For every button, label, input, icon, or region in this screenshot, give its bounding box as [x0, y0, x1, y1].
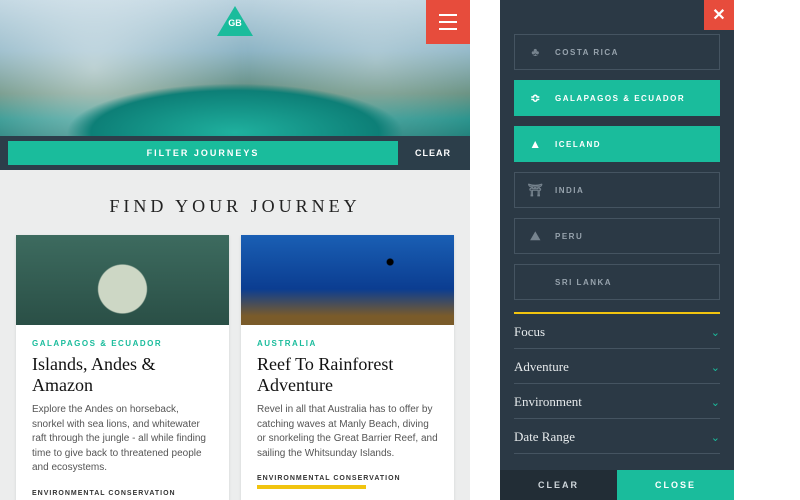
chevron-down-icon: ⌄ — [711, 431, 720, 444]
destination-option[interactable]: ≎ GALAPAGOS & ECUADOR — [514, 80, 720, 116]
card-title: Reef To Rainforest Adventure — [257, 354, 438, 395]
island-icon: ≎ — [527, 91, 545, 105]
panel-clear-button[interactable]: CLEAR — [500, 470, 617, 500]
palm-icon: ♣ — [527, 45, 545, 59]
filter-clear-button[interactable]: CLEAR — [404, 141, 462, 165]
destination-option[interactable]: ▲ ICELAND — [514, 126, 720, 162]
leaf-icon — [527, 275, 545, 289]
main-view: GB FILTER JOURNEYS CLEAR FIND YOUR JOURN… — [0, 0, 470, 500]
destination-option[interactable]: ⛩ INDIA — [514, 172, 720, 208]
journey-card[interactable]: AUSTRALIA Reef To Rainforest Adventure R… — [241, 235, 454, 500]
destination-option[interactable]: ⛰ PERU — [514, 218, 720, 254]
logo-text: GB — [227, 18, 243, 28]
destination-option[interactable]: ♣ COSTA RICA — [514, 34, 720, 70]
destination-label: COSTA RICA — [555, 48, 619, 57]
cards-container: GALAPAGOS & ECUADOR Islands, Andes & Ama… — [0, 235, 470, 500]
chevron-down-icon: ⌄ — [711, 326, 720, 339]
chevron-down-icon: ⌄ — [711, 396, 720, 409]
card-tag: ENVIRONMENTAL CONSERVATION — [257, 475, 438, 482]
journey-card[interactable]: GALAPAGOS & ECUADOR Islands, Andes & Ama… — [16, 235, 229, 500]
hero-image: GB FILTER JOURNEYS CLEAR — [0, 0, 470, 170]
card-description: Explore the Andes on horseback, snorkel … — [32, 403, 213, 476]
accordion-adventure[interactable]: Adventure ⌄ — [514, 349, 720, 384]
card-eyebrow: AUSTRALIA — [257, 339, 438, 348]
mountain-icon: ⛰ — [527, 229, 545, 243]
progress-bar — [257, 485, 366, 489]
filter-journeys-button[interactable]: FILTER JOURNEYS — [8, 141, 398, 165]
card-title: Islands, Andes & Amazon — [32, 354, 213, 395]
accordion-date-range[interactable]: Date Range ⌄ — [514, 419, 720, 454]
section-title: FIND YOUR JOURNEY — [0, 170, 470, 235]
chevron-down-icon: ⌄ — [711, 361, 720, 374]
accordion-focus[interactable]: Focus ⌄ — [514, 312, 720, 349]
destination-label: ICELAND — [555, 140, 601, 149]
destination-label: GALAPAGOS & ECUADOR — [555, 94, 685, 103]
destination-label: SRI LANKA — [555, 278, 612, 287]
card-image — [16, 235, 229, 325]
close-icon[interactable]: ✕ — [704, 0, 734, 30]
accordion-group: Focus ⌄ Adventure ⌄ Environment ⌄ Date Rang… — [500, 310, 734, 454]
destination-list: ♣ COSTA RICA ≎ GALAPAGOS & ECUADOR ▲ ICELAN… — [500, 0, 734, 310]
panel-footer: CLEAR CLOSE — [500, 470, 734, 500]
filter-panel: ✕ ♣ COSTA RICA ≎ GALAPAGOS & ECUADOR ▲ ICEL… — [500, 0, 734, 500]
destination-option[interactable]: SRI LANKA — [514, 264, 720, 300]
accordion-label: Adventure — [514, 359, 569, 375]
accordion-label: Environment — [514, 394, 582, 410]
filter-bar: FILTER JOURNEYS CLEAR — [0, 136, 470, 170]
card-tag: ENVIRONMENTAL CONSERVATION — [32, 490, 213, 497]
destination-label: INDIA — [555, 186, 584, 195]
logo[interactable]: GB — [217, 6, 253, 36]
card-description: Revel in all that Australia has to offer… — [257, 403, 438, 461]
accordion-label: Focus — [514, 324, 545, 340]
accordion-label: Date Range — [514, 429, 575, 445]
panel-close-button[interactable]: CLOSE — [617, 470, 734, 500]
destination-label: PERU — [555, 232, 583, 241]
card-image — [241, 235, 454, 325]
accordion-environment[interactable]: Environment ⌄ — [514, 384, 720, 419]
temple-icon: ⛩ — [527, 183, 545, 197]
menu-button[interactable] — [426, 0, 470, 44]
card-eyebrow: GALAPAGOS & ECUADOR — [32, 339, 213, 348]
glacier-icon: ▲ — [527, 137, 545, 151]
